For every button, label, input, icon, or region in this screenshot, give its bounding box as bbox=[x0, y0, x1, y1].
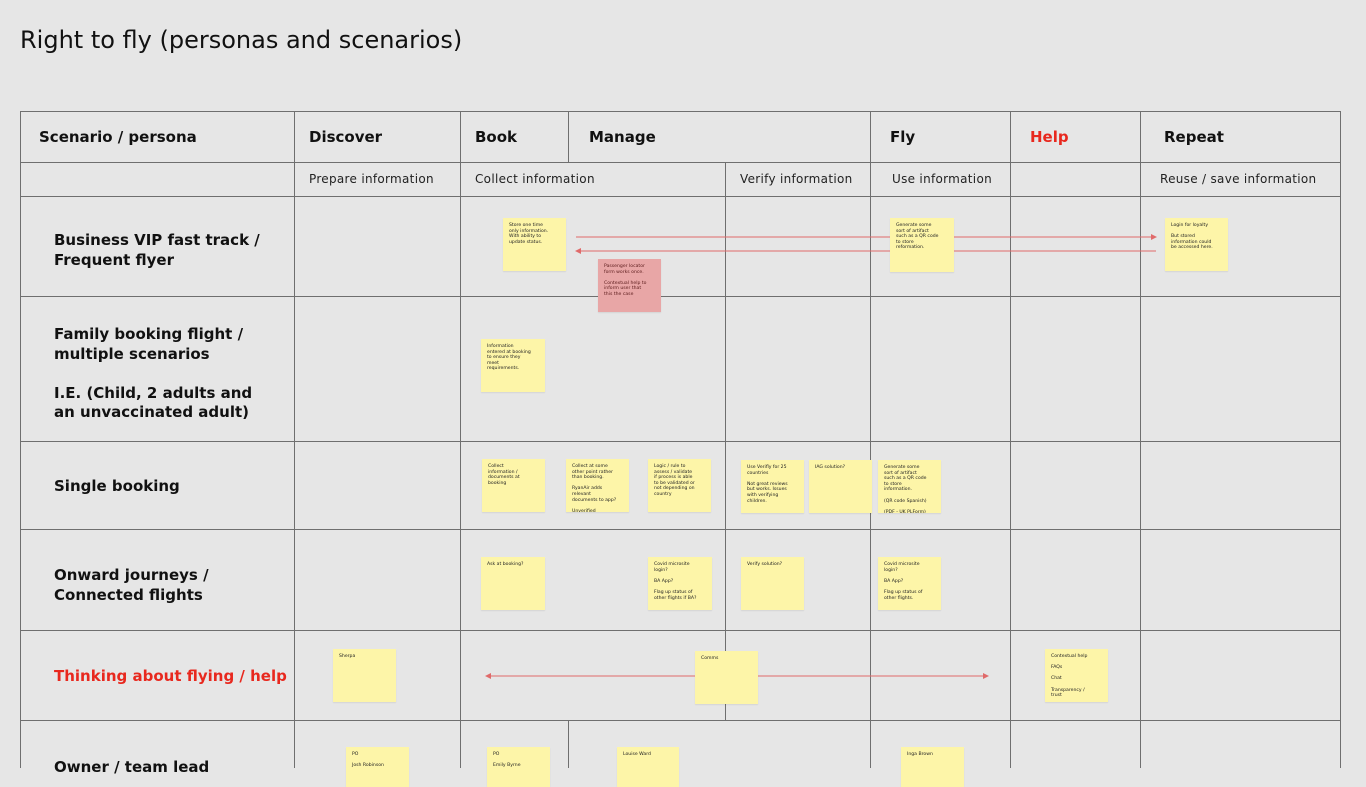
table-right-border bbox=[1340, 111, 1341, 768]
column-divider bbox=[725, 162, 726, 720]
sticky-note[interactable]: Contextual help FAQs Chat Transparency /… bbox=[1045, 649, 1108, 702]
sticky-note[interactable]: Generate some sort of artifact such as a… bbox=[878, 460, 941, 513]
sticky-note[interactable]: Inga Brown bbox=[901, 747, 964, 787]
sticky-note[interactable]: PO Emily Byrne bbox=[487, 747, 550, 787]
sticky-note[interactable]: Collect information / documents at booki… bbox=[482, 459, 545, 512]
column-divider bbox=[568, 720, 569, 768]
row-label-onward-journeys: Onward journeys / Connected flights bbox=[54, 566, 209, 604]
sticky-note[interactable]: Logic / rule to assess / validate if pro… bbox=[648, 459, 711, 512]
subheader-row-divider bbox=[20, 196, 1341, 197]
sticky-note[interactable]: Collect at some other point rather than … bbox=[566, 459, 629, 512]
header-repeat: Repeat bbox=[1164, 128, 1224, 146]
table-left-border bbox=[20, 111, 21, 768]
sticky-note[interactable]: Store one time only information. With ab… bbox=[503, 218, 566, 271]
sticky-note[interactable]: Comms bbox=[695, 651, 758, 704]
column-divider bbox=[1140, 111, 1141, 768]
sticky-note[interactable]: PO Josh Robinson bbox=[346, 747, 409, 787]
header-persona: Scenario / persona bbox=[39, 128, 197, 146]
sticky-note[interactable]: Information entered at booking to ensure… bbox=[481, 339, 545, 392]
subheader-reuse: Reuse / save information bbox=[1160, 172, 1317, 186]
row-label-thinking-about-flying: Thinking about flying / help bbox=[54, 667, 287, 685]
sticky-note[interactable]: Sherpa bbox=[333, 649, 396, 702]
row-label-family-booking: Family booking flight / multiple scenari… bbox=[54, 325, 253, 421]
sticky-note[interactable]: Covid microsite login? BA App? Flag up s… bbox=[878, 557, 941, 610]
header-row-divider bbox=[20, 162, 1341, 163]
row-label-single-booking: Single booking bbox=[54, 477, 180, 495]
sticky-note[interactable]: Use Verifly for 25 countries Not great r… bbox=[741, 460, 804, 513]
column-divider bbox=[870, 111, 871, 768]
subheader-verify: Verify information bbox=[740, 172, 853, 186]
row-divider bbox=[20, 441, 1341, 442]
sticky-note[interactable]: Generate some sort of artifact such as a… bbox=[890, 218, 954, 272]
row-divider bbox=[20, 529, 1341, 530]
header-help: Help bbox=[1030, 128, 1069, 146]
sticky-note[interactable]: Verify solution? bbox=[741, 557, 804, 610]
header-manage: Manage bbox=[589, 128, 656, 146]
row-label-business-vip: Business VIP fast track / Frequent flyer bbox=[54, 231, 260, 269]
subheader-collect: Collect information bbox=[475, 172, 595, 186]
sticky-note[interactable]: Ask at booking? bbox=[481, 557, 545, 610]
column-divider bbox=[460, 111, 461, 768]
row-divider bbox=[20, 720, 1341, 721]
row-divider bbox=[20, 630, 1341, 631]
subheader-prepare: Prepare information bbox=[309, 172, 434, 186]
table-top-border bbox=[20, 111, 1341, 112]
column-divider bbox=[1010, 111, 1011, 768]
sticky-note[interactable]: Covid microsite login? BA App? Flag up s… bbox=[648, 557, 712, 610]
sticky-note-pink[interactable]: Passenger locator form works once. Conte… bbox=[598, 259, 661, 312]
column-divider bbox=[294, 111, 295, 768]
header-book: Book bbox=[475, 128, 518, 146]
row-divider bbox=[20, 296, 1341, 297]
sticky-note[interactable]: IAG solution? bbox=[809, 460, 872, 513]
sticky-note[interactable]: Louise Ward bbox=[617, 747, 679, 787]
header-discover: Discover bbox=[309, 128, 383, 146]
sticky-note[interactable]: Login for loyalty But stored information… bbox=[1165, 218, 1228, 271]
subheader-use: Use information bbox=[892, 172, 992, 186]
header-fly: Fly bbox=[890, 128, 916, 146]
column-divider bbox=[568, 111, 569, 162]
